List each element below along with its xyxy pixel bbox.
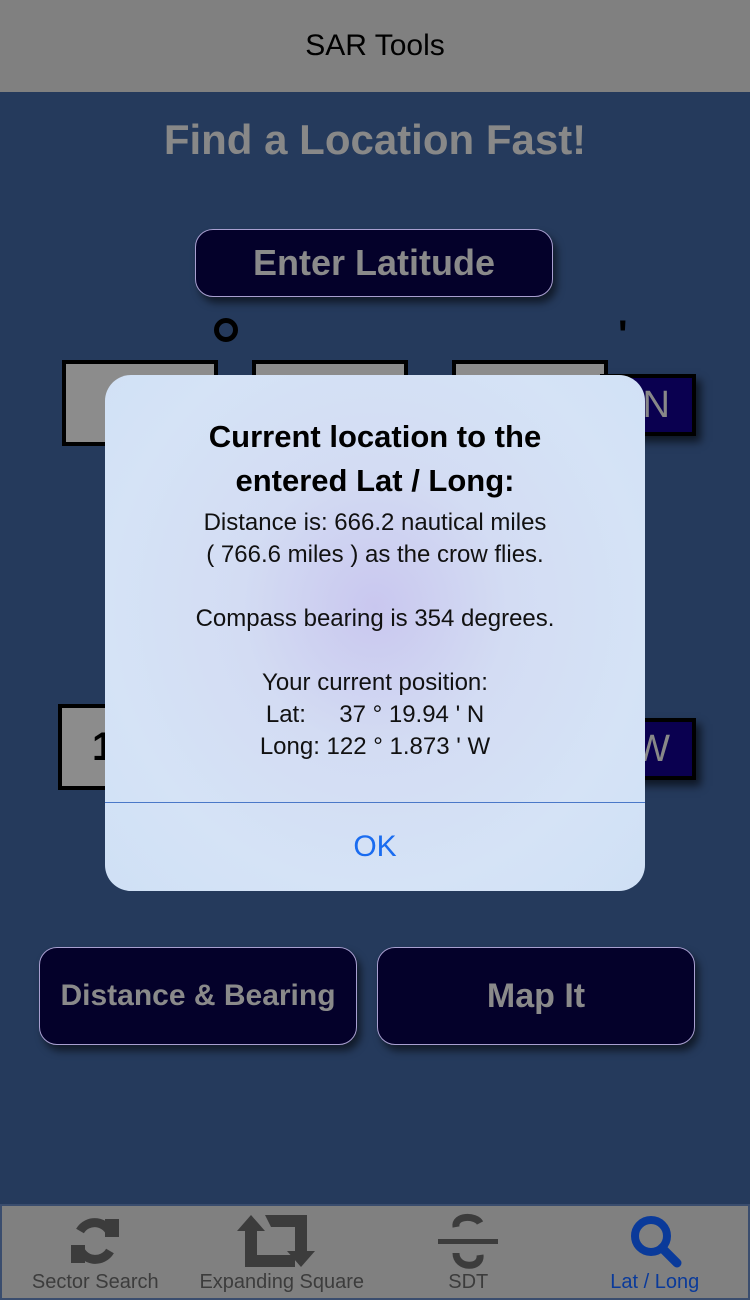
alert-message: Distance is: 666.2 nautical miles ( 766.… — [105, 507, 645, 763]
page-headline: Find a Location Fast! — [163, 116, 587, 163]
tab-label: Lat / Long — [610, 1271, 700, 1293]
alert-title-line2: entered Lat / Long: — [235, 463, 515, 498]
search-icon — [627, 1211, 683, 1271]
distance-line2: ( 766.6 miles ) as the crow flies. — [206, 541, 544, 568]
sdt-fraction-icon — [436, 1211, 500, 1271]
enter-latitude-button[interactable]: Enter Latitude — [195, 229, 553, 297]
tab-lat-long[interactable]: Lat / Long — [562, 1206, 749, 1298]
alert-dialog: Current location to the entered Lat / Lo… — [105, 375, 645, 891]
minute-symbol: ' — [618, 313, 628, 357]
alert-title: Current location to the entered Lat / Lo… — [105, 415, 645, 503]
tab-label: Sector Search — [31, 1271, 159, 1293]
map-it-button[interactable]: Map It — [377, 947, 695, 1045]
tab-label: SDT — [448, 1271, 489, 1293]
position-long: Long: 122 ° 1.873 ' W — [259, 733, 491, 760]
alert-ok-button[interactable]: OK — [105, 803, 645, 891]
tab-expanding-square[interactable]: Expanding Square — [189, 1206, 376, 1298]
position-lat: Lat: 37 ° 19.94 ' N — [265, 701, 485, 728]
nav-bar: SAR Tools — [0, 0, 750, 92]
tab-sdt[interactable]: SDT — [375, 1206, 562, 1298]
distance-bearing-button[interactable]: Distance & Bearing — [39, 947, 357, 1045]
tab-bar: Sector Search Expanding Square SDT Lat /… — [0, 1204, 750, 1300]
retweet-icon — [236, 1211, 327, 1271]
position-header: Your current position: — [262, 669, 488, 696]
refresh-icon — [67, 1211, 123, 1271]
nav-title: SAR Tools — [305, 29, 445, 62]
tab-sector-search[interactable]: Sector Search — [2, 1206, 189, 1298]
bearing-line: Compass bearing is 354 degrees. — [195, 605, 555, 632]
degree-symbol — [214, 318, 238, 342]
distance-line1: Distance is: 666.2 nautical miles — [203, 509, 547, 536]
tab-label: Expanding Square — [199, 1271, 365, 1293]
alert-title-line1: Current location to the — [208, 419, 542, 454]
